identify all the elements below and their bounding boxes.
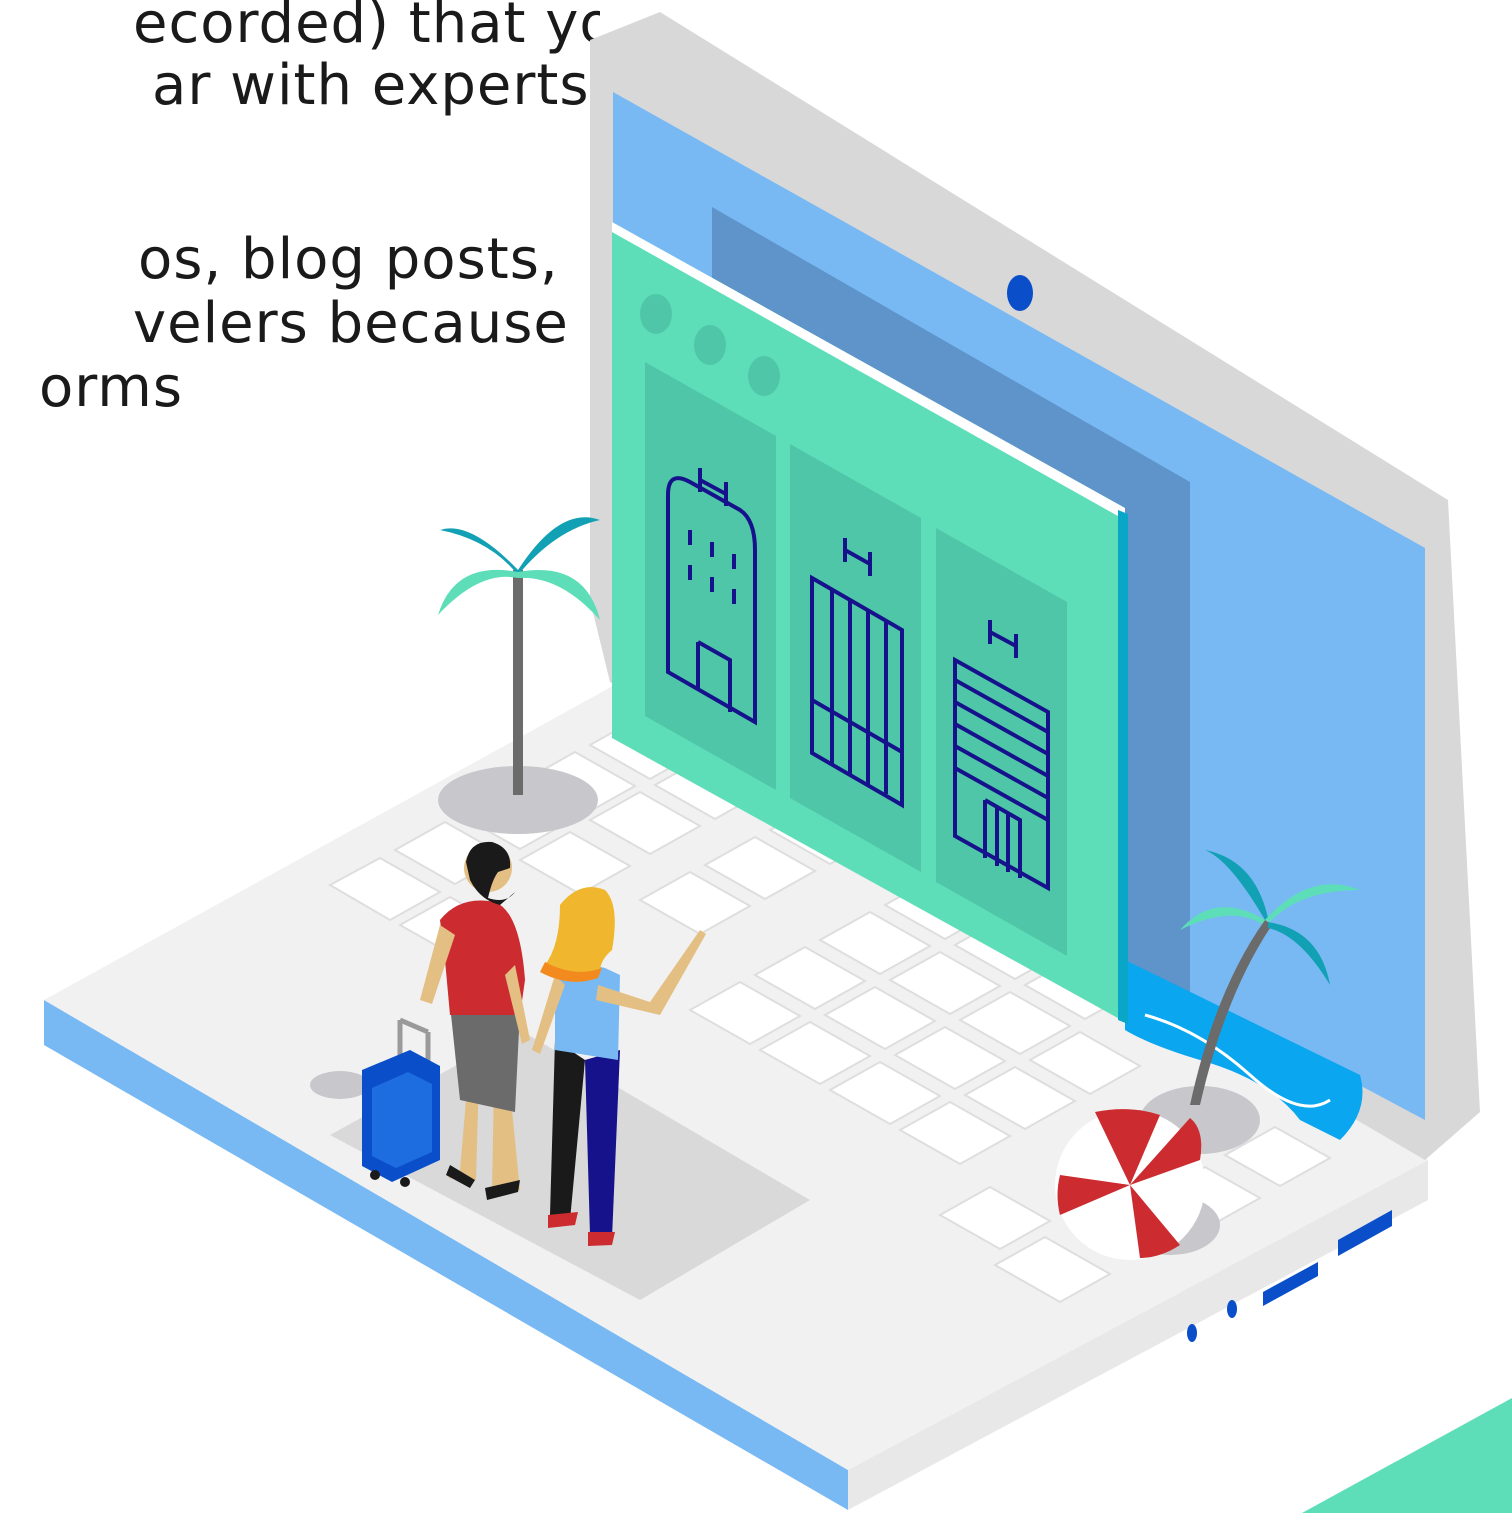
window-dot-3: [748, 356, 780, 396]
webcam-icon: [1007, 275, 1033, 311]
laptop-illustration: [44, 12, 1512, 1513]
palm-tree-icon: [438, 517, 600, 834]
window-dot-2: [694, 325, 726, 365]
corner-accent-shape: [1302, 1398, 1512, 1513]
beach-umbrella-icon: [1055, 1109, 1220, 1260]
window-dot-1: [640, 294, 672, 334]
